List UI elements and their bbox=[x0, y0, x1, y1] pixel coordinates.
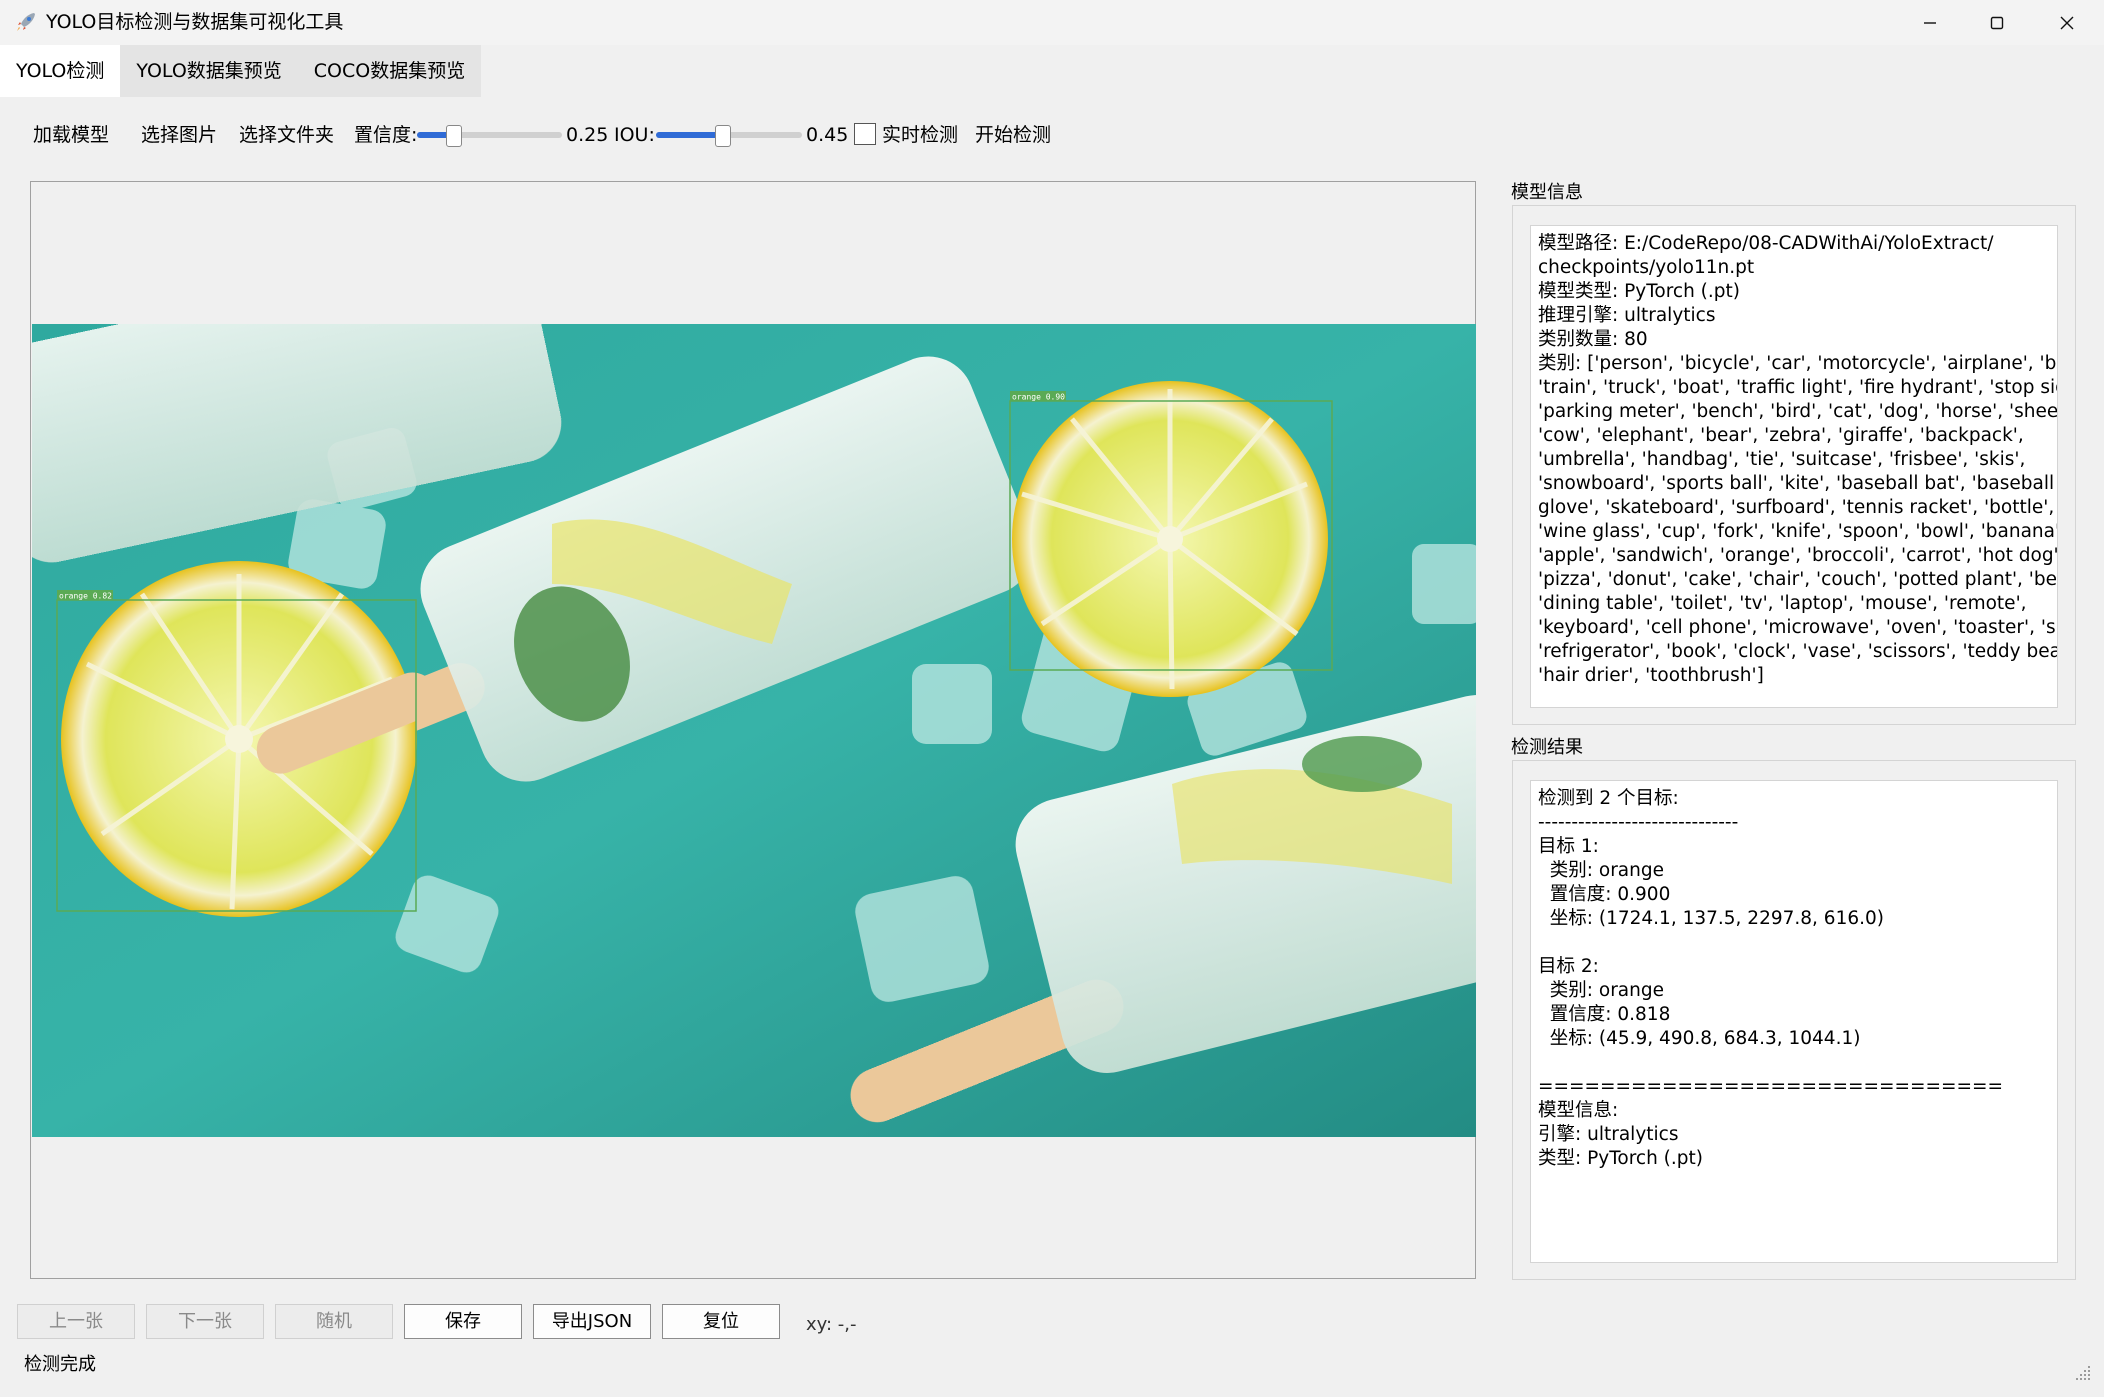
results-title: 检测结果 bbox=[1511, 737, 1583, 758]
realtime-label: 实时检测 bbox=[882, 124, 959, 146]
results-line: 类别: orange bbox=[1538, 980, 1664, 1001]
detection-label-1: orange 0.90 bbox=[1012, 393, 1065, 402]
model-info-line: 'train', 'truck', 'boat', 'traffic light… bbox=[1538, 377, 2058, 398]
model-info-line: 'umbrella', 'handbag', 'tie', 'suitcase'… bbox=[1538, 449, 2026, 470]
results-line: 坐标: (1724.1, 137.5, 2297.8, 616.0) bbox=[1538, 908, 1884, 929]
next-button[interactable]: 下一张 bbox=[146, 1304, 264, 1339]
model-info-line: 模型路径: E:/CodeRepo/08-CADWithAi/YoloExtra… bbox=[1538, 233, 1994, 254]
model-info-line: 'apple', 'sandwich', 'orange', 'broccoli… bbox=[1538, 545, 2058, 566]
tab-yolo-dataset-preview[interactable]: YOLO数据集预览 bbox=[120, 45, 298, 97]
tab-bar: YOLO检测 YOLO数据集预览 COCO数据集预览 bbox=[0, 45, 482, 97]
results-line bbox=[1538, 1051, 2049, 1075]
tab-coco-dataset-preview[interactable]: COCO数据集预览 bbox=[297, 45, 482, 97]
model-info-line: 推理引擎: ultralytics bbox=[1538, 305, 1716, 326]
confidence-value: 0.25 bbox=[566, 124, 609, 146]
resize-grip-icon[interactable] bbox=[2074, 1364, 2092, 1386]
status-text: 检测完成 bbox=[24, 1354, 96, 1375]
model-info-line: checkpoints/yolo11n.pt bbox=[1538, 257, 1755, 278]
iou-slider-fill bbox=[656, 132, 722, 138]
results-line: 目标 1: bbox=[1538, 836, 1599, 857]
model-info-line: 'snowboard', 'sports ball', 'kite', 'bas… bbox=[1538, 473, 2055, 494]
model-info-line: 'keyboard', 'cell phone', 'microwave', '… bbox=[1538, 617, 2058, 638]
save-button[interactable]: 保存 bbox=[404, 1304, 522, 1339]
model-info-line: 模型类型: PyTorch (.pt) bbox=[1538, 281, 1740, 302]
results-line: ------------------------------ bbox=[1538, 812, 1739, 833]
random-button[interactable]: 随机 bbox=[275, 1304, 393, 1339]
start-detect-button[interactable]: 开始检测 bbox=[975, 121, 1051, 149]
iou-label: IOU: bbox=[614, 124, 655, 146]
results-line: 检测到 2 个目标: bbox=[1538, 788, 1679, 809]
load-model-button[interactable]: 加载模型 bbox=[33, 121, 109, 149]
model-info-line: 'cow', 'elephant', 'bear', 'zebra', 'gir… bbox=[1538, 425, 2024, 446]
model-info-line: 类别数量: 80 bbox=[1538, 329, 1648, 350]
confidence-label: 置信度: bbox=[354, 124, 418, 146]
confidence-slider-handle[interactable] bbox=[446, 125, 462, 147]
results-line: 坐标: (45.9, 490.8, 684.3, 1044.1) bbox=[1538, 1028, 1861, 1049]
model-info-line: 'hair drier', 'toothbrush'] bbox=[1538, 665, 1764, 686]
results-line: 模型信息: bbox=[1538, 1100, 1619, 1121]
results-line: 目标 2: bbox=[1538, 956, 1599, 977]
model-info-line: 'refrigerator', 'book', 'clock', 'vase',… bbox=[1538, 641, 2058, 662]
realtime-checkbox[interactable] bbox=[854, 123, 876, 145]
iou-slider-handle[interactable] bbox=[715, 125, 731, 147]
results-textbox[interactable]: 检测到 2 个目标: ------------------------------… bbox=[1530, 780, 2058, 1263]
rocket-icon bbox=[14, 10, 38, 34]
confidence-slider[interactable] bbox=[417, 125, 562, 147]
detection-image: orange 0.90 orange 0.82 bbox=[32, 324, 1476, 1137]
model-info-line: 类别: ['person', 'bicycle', 'car', 'motorc… bbox=[1538, 353, 2058, 374]
model-info-title: 模型信息 bbox=[1511, 182, 1583, 203]
results-line: 引擎: ultralytics bbox=[1538, 1124, 1679, 1145]
tab-yolo-detect[interactable]: YOLO检测 bbox=[0, 45, 121, 97]
results-line bbox=[1538, 931, 2049, 955]
model-info-textbox[interactable]: 模型路径: E:/CodeRepo/08-CADWithAi/YoloExtra… bbox=[1530, 225, 2058, 708]
results-line: ============================== bbox=[1538, 1076, 2004, 1097]
detection-label-2: orange 0.82 bbox=[59, 592, 112, 601]
reset-button[interactable]: 复位 bbox=[662, 1304, 780, 1339]
xy-readout: xy: -,- bbox=[806, 1314, 857, 1335]
select-folder-button[interactable]: 选择文件夹 bbox=[239, 121, 334, 149]
model-info-line: 'dining table', 'toilet', 'tv', 'laptop'… bbox=[1538, 593, 2027, 614]
model-info-line: 'wine glass', 'cup', 'fork', 'knife', 's… bbox=[1538, 521, 2058, 542]
export-json-button[interactable]: 导出JSON bbox=[533, 1304, 651, 1339]
results-line: 类型: PyTorch (.pt) bbox=[1538, 1148, 1703, 1169]
window-title: YOLO目标检测与数据集可视化工具 bbox=[46, 11, 344, 33]
results-line: 置信度: 0.900 bbox=[1538, 884, 1671, 905]
model-info-line: glove', 'skateboard', 'surfboard', 'tenn… bbox=[1538, 497, 2055, 518]
results-line: 类别: orange bbox=[1538, 860, 1664, 881]
select-image-button[interactable]: 选择图片 bbox=[141, 121, 217, 149]
prev-button[interactable]: 上一张 bbox=[17, 1304, 135, 1339]
iou-value: 0.45 bbox=[806, 124, 849, 146]
results-line: 置信度: 0.818 bbox=[1538, 1004, 1671, 1025]
model-info-line: 'pizza', 'donut', 'cake', 'chair', 'couc… bbox=[1538, 569, 2058, 590]
minimize-icon[interactable] bbox=[1895, 0, 1965, 45]
iou-slider[interactable] bbox=[656, 125, 802, 147]
maximize-icon[interactable] bbox=[1962, 0, 2032, 45]
close-icon[interactable] bbox=[2032, 0, 2102, 45]
model-info-line: 'parking meter', 'bench', 'bird', 'cat',… bbox=[1538, 401, 2058, 422]
title-bar: YOLO目标检测与数据集可视化工具 bbox=[0, 0, 2104, 45]
